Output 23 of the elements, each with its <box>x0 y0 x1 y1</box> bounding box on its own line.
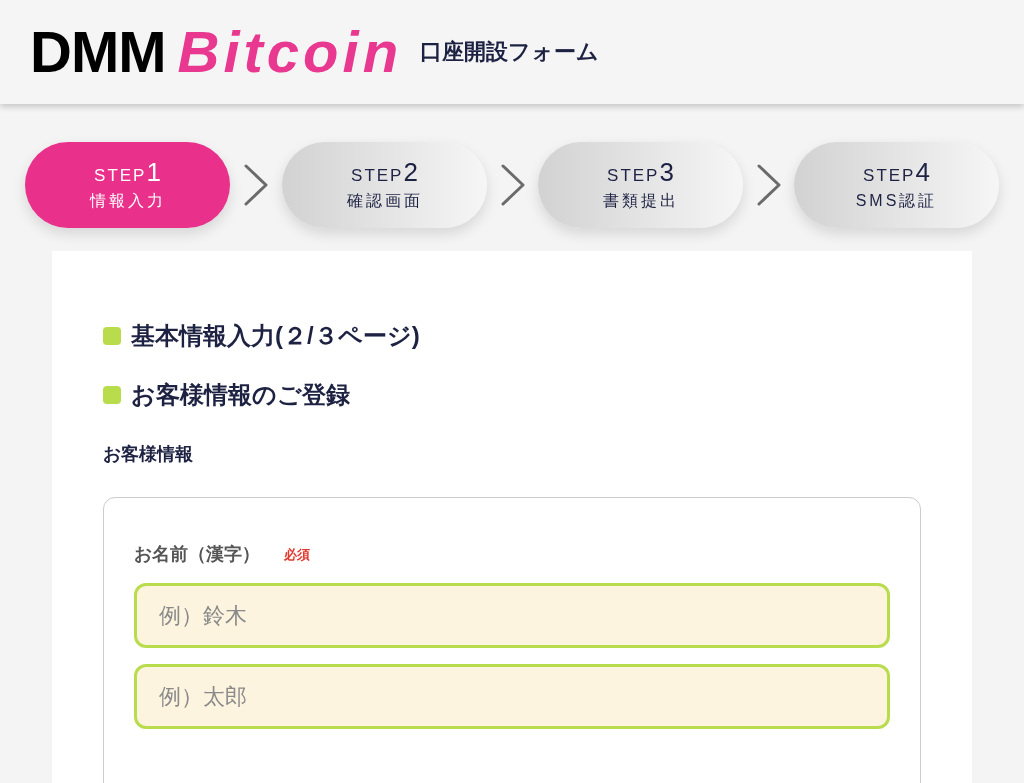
section-heading: 基本情報入力(２/３ページ) <box>131 321 420 351</box>
text-input[interactable]: 例）太郎 <box>134 664 890 729</box>
bullet-square-icon <box>103 327 121 345</box>
chevron-right-icon <box>499 163 526 207</box>
page-title: 口座開設フォーム <box>420 38 600 66</box>
step-label: 確認画面 <box>346 191 423 211</box>
step-label: 情報入力 <box>89 191 166 211</box>
brand-name[interactable]: DMM <box>30 23 166 81</box>
field-label: お名前（漢字） <box>134 543 260 566</box>
section-heading: お客様情報のご登録 <box>131 380 350 410</box>
brand-name-accent[interactable]: Bitcoin <box>177 23 403 81</box>
chevron-right-icon <box>243 163 269 207</box>
subsection-title: お客様情報 <box>103 443 193 466</box>
step-number: STEP 1 <box>94 158 161 189</box>
bullet-square-icon <box>103 386 121 404</box>
text-input[interactable]: 例）鈴木 <box>134 583 890 648</box>
step-number: STEP3 <box>607 158 674 189</box>
required-label: 必須 <box>284 546 310 564</box>
step-number: STEP2 <box>351 158 418 189</box>
step-label: SMS認証 <box>855 191 938 211</box>
step-label: 書類提出 <box>602 191 679 211</box>
step-number: STEP4 <box>863 158 930 189</box>
chevron-right-icon <box>755 163 782 207</box>
